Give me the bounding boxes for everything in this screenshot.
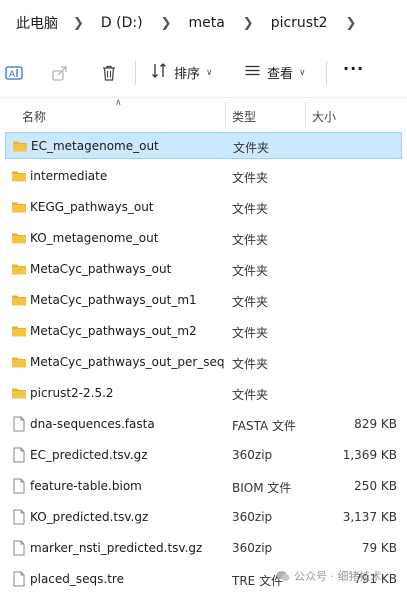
chevron-down-icon: ∨ (206, 67, 213, 78)
chevron-right-icon[interactable]: ❯ (346, 16, 357, 31)
file-icon (11, 509, 27, 525)
file-row[interactable]: feature-table.biom BIOM 文件 250 KB (5, 473, 402, 500)
file-type: 文件夹 (232, 171, 269, 185)
file-type: 文件夹 (233, 141, 270, 155)
view-icon (244, 62, 261, 83)
file-name: KO_metagenome_out (30, 231, 159, 245)
file-type: 文件夹 (232, 264, 269, 278)
more-options-button[interactable]: ··· (343, 59, 364, 78)
file-size: 829 KB (354, 417, 397, 431)
file-type: FASTA 文件 (232, 419, 297, 433)
folder-icon (11, 168, 27, 184)
view-label: 查看 (267, 67, 294, 82)
file-type: 360zip (232, 510, 273, 524)
file-row[interactable]: KO_metagenome_out 文件夹 (5, 225, 402, 252)
file-name: MetaCyc_pathways_out_per_seq (30, 355, 225, 369)
file-type: 文件夹 (232, 326, 269, 340)
file-size: 3,137 KB (342, 510, 397, 524)
file-type: 360zip (232, 541, 273, 555)
file-name: EC_metagenome_out (31, 139, 159, 153)
file-row[interactable]: MetaCyc_pathways_out 文件夹 (5, 256, 402, 283)
column-size[interactable]: 大小 (312, 108, 336, 125)
chevron-right-icon[interactable]: ❯ (161, 16, 172, 31)
file-name: placed_seqs.tre (30, 572, 124, 586)
file-name: feature-table.biom (30, 479, 142, 493)
folder-icon (11, 323, 27, 339)
file-row[interactable]: picrust2-2.5.2 文件夹 (5, 380, 402, 407)
file-name: picrust2-2.5.2 (30, 386, 114, 400)
chevron-right-icon[interactable]: ❯ (73, 16, 84, 31)
file-size: 250 KB (354, 479, 397, 493)
file-type: 文件夹 (232, 233, 269, 247)
breadcrumb: 此电脑 ❯ D (D:) ❯ meta ❯ picrust2 ❯ (0, 0, 407, 46)
sort-button[interactable]: 排序 ∨ (151, 62, 213, 83)
sort-label: 排序 (174, 67, 201, 82)
file-name: MetaCyc_pathways_out_m2 (30, 324, 197, 338)
wechat-icon (276, 571, 290, 581)
chevron-right-icon[interactable]: ❯ (243, 16, 254, 31)
file-row[interactable]: KEGG_pathways_out 文件夹 (5, 194, 402, 221)
file-row[interactable]: marker_nsti_predicted.tsv.gz 360zip 79 KB (5, 535, 402, 562)
share-icon[interactable] (51, 64, 69, 82)
file-icon (11, 447, 27, 463)
delete-icon[interactable] (100, 64, 118, 82)
file-name: KO_predicted.tsv.gz (30, 510, 149, 524)
file-icon (11, 416, 27, 432)
breadcrumb-this-pc[interactable]: 此电脑 (16, 13, 58, 33)
toolbar-divider (326, 61, 327, 85)
breadcrumb-picrust2[interactable]: picrust2 (271, 15, 328, 31)
sort-ascending-icon: ∧ (115, 98, 122, 108)
file-row[interactable]: EC_predicted.tsv.gz 360zip 1,369 KB (5, 442, 402, 469)
file-name: EC_predicted.tsv.gz (30, 448, 148, 462)
file-row[interactable]: dna-sequences.fasta FASTA 文件 829 KB (5, 411, 402, 438)
folder-icon (11, 261, 27, 277)
watermark: 公众号 · 细猪技术 (276, 568, 382, 584)
breadcrumb-drive-d[interactable]: D (D:) (101, 15, 143, 31)
file-row[interactable]: MetaCyc_pathways_out_m1 文件夹 (5, 287, 402, 314)
toolbar: A 排序 ∨ 查看 ∨ ··· (0, 46, 407, 98)
file-icon (11, 540, 27, 556)
file-type: 文件夹 (232, 202, 269, 216)
file-name: intermediate (30, 169, 108, 183)
column-header: ∧ 名称 类型 大小 (0, 98, 407, 130)
watermark-text: 公众号 · 细猪技术 (294, 570, 382, 583)
file-row[interactable]: MetaCyc_pathways_out_m2 文件夹 (5, 318, 402, 345)
file-icon (11, 478, 27, 494)
column-divider[interactable] (225, 102, 226, 126)
column-type[interactable]: 类型 (232, 108, 256, 125)
file-type: 文件夹 (232, 388, 269, 402)
file-size: 79 KB (361, 541, 397, 555)
sort-icon (151, 62, 168, 83)
file-row[interactable]: MetaCyc_pathways_out_per_seq 文件夹 (5, 349, 402, 376)
folder-icon (11, 292, 27, 308)
file-name: dna-sequences.fasta (30, 417, 155, 431)
column-divider[interactable] (305, 102, 306, 126)
file-row[interactable]: EC_metagenome_out 文件夹 (5, 132, 402, 159)
folder-icon (11, 385, 27, 401)
file-name: MetaCyc_pathways_out_m1 (30, 293, 197, 307)
file-name: KEGG_pathways_out (30, 200, 154, 214)
file-name: MetaCyc_pathways_out (30, 262, 172, 276)
file-name: marker_nsti_predicted.tsv.gz (30, 541, 203, 555)
rename-icon[interactable]: A (5, 64, 23, 82)
file-row[interactable]: intermediate 文件夹 (5, 163, 402, 190)
folder-icon (11, 354, 27, 370)
folder-icon (11, 199, 27, 215)
breadcrumb-meta[interactable]: meta (188, 15, 224, 31)
column-name[interactable]: 名称 (22, 108, 46, 125)
file-type: BIOM 文件 (232, 481, 292, 495)
file-row[interactable]: KO_predicted.tsv.gz 360zip 3,137 KB (5, 504, 402, 531)
file-type: 360zip (232, 448, 273, 462)
chevron-down-icon: ∨ (299, 67, 306, 78)
file-type: 文件夹 (232, 357, 269, 371)
file-icon (11, 571, 27, 587)
svg-text:A: A (9, 69, 15, 79)
folder-icon (12, 138, 28, 154)
file-type: 文件夹 (232, 295, 269, 309)
file-size: 1,369 KB (342, 448, 397, 462)
toolbar-divider (135, 61, 136, 85)
view-button[interactable]: 查看 ∨ (244, 62, 306, 83)
folder-icon (11, 230, 27, 246)
